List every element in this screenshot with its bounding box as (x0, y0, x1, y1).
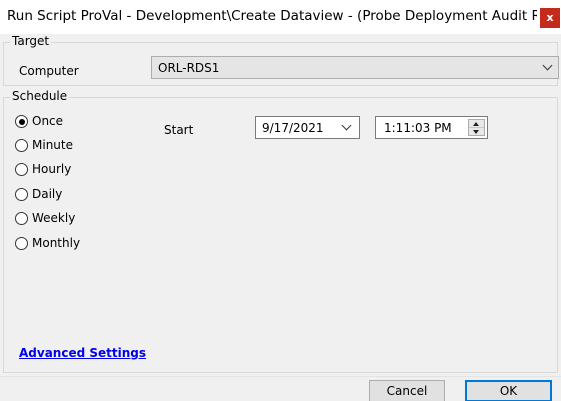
start-date-value: 9/17/2021 (262, 121, 324, 135)
advanced-settings-link[interactable]: Advanced Settings (19, 346, 146, 360)
computer-combobox[interactable]: ORL-RDS1 (151, 56, 559, 79)
start-label: Start (164, 123, 194, 137)
close-button[interactable]: x (540, 8, 560, 28)
arrow-up-icon (473, 122, 479, 126)
radio-weekly[interactable] (15, 212, 28, 225)
arrow-down-icon (473, 130, 479, 134)
radio-daily[interactable] (15, 188, 28, 201)
radio-label-monthly: Monthly (32, 236, 81, 250)
spin-down-button[interactable] (469, 128, 484, 136)
spin-up-button[interactable] (469, 120, 484, 128)
start-date-picker[interactable]: 9/17/2021 (255, 116, 360, 139)
radio-label-hourly: Hourly (32, 162, 72, 176)
window-title: Run Script ProVal - Development\Create D… (7, 8, 537, 24)
ok-button[interactable]: OK (465, 380, 552, 401)
close-icon: x (546, 11, 554, 24)
schedule-group-label: Schedule (10, 89, 70, 103)
title-bar: Run Script ProVal - Development\Create D… (0, 0, 561, 34)
radio-label-daily: Daily (32, 187, 63, 201)
radio-monthly[interactable] (15, 237, 28, 250)
radio-once[interactable] (15, 115, 28, 128)
computer-label: Computer (19, 64, 79, 78)
radio-label-once: Once (32, 114, 64, 128)
dialog-footer: Cancel OK (0, 376, 561, 401)
chevron-down-icon (341, 120, 352, 131)
radio-minute[interactable] (15, 139, 28, 152)
time-spinner[interactable] (468, 119, 485, 136)
radio-hourly[interactable] (15, 163, 28, 176)
computer-value: ORL-RDS1 (158, 61, 220, 75)
chevron-down-icon (542, 60, 553, 71)
radio-label-weekly: Weekly (32, 211, 76, 225)
target-group-label: Target (10, 34, 52, 48)
start-time-value: 1:11:03 PM (384, 121, 452, 135)
radio-label-minute: Minute (32, 138, 73, 152)
start-time-picker[interactable]: 1:11:03 PM (375, 116, 488, 139)
cancel-button[interactable]: Cancel (369, 380, 445, 401)
